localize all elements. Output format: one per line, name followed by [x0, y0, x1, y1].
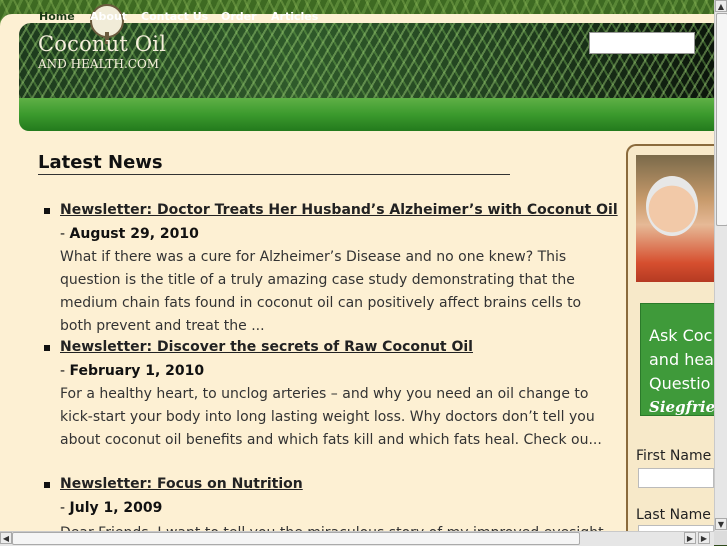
- news-date: - July 1, 2009: [60, 500, 162, 516]
- news-title-link[interactable]: Newsletter: Discover the secrets of Raw …: [60, 339, 473, 355]
- scroll-right-arrow-icon[interactable]: ▶: [684, 532, 696, 544]
- news-date-prefix: -: [60, 500, 70, 516]
- nav-item-home[interactable]: Home: [39, 10, 75, 23]
- news-date: - February 1, 2010: [60, 363, 204, 379]
- author-face-image: [646, 176, 698, 236]
- ask-line: Ask Coc: [649, 326, 713, 345]
- news-excerpt: For a healthy heart, to unclog arteries …: [60, 386, 602, 448]
- ask-signature: Siegfrie: [649, 398, 714, 416]
- first-name-label: First Name (: [636, 448, 714, 464]
- news-date-prefix: -: [60, 363, 70, 379]
- vertical-scroll-thumb[interactable]: [716, 13, 727, 226]
- last-name-label: Last Name (: [636, 507, 714, 523]
- logo-subtitle[interactable]: AND HEALTH.COM: [38, 57, 159, 71]
- scroll-down-arrow-icon[interactable]: ▼: [715, 518, 727, 530]
- section-title: Latest News: [38, 152, 163, 173]
- bullet-icon: [44, 208, 50, 214]
- section-divider: [38, 174, 510, 175]
- news-excerpt: Dear Friends, I want to tell you the mir…: [60, 522, 612, 531]
- news-date-value: July 1, 2009: [69, 500, 163, 516]
- scroll-left-arrow-icon[interactable]: ◀: [0, 532, 12, 544]
- news-excerpt: What if there was a cure for Alzheimer’s…: [60, 249, 582, 334]
- news-title-link[interactable]: Newsletter: Doctor Treats Her Husband’s …: [60, 202, 618, 218]
- search-input[interactable]: [589, 32, 695, 54]
- scrollbar-corner: [714, 531, 727, 545]
- nav-item-about[interactable]: About: [90, 10, 127, 23]
- horizontal-scroll-thumb[interactable]: [12, 532, 580, 545]
- nav-item-articles[interactable]: Articles: [271, 10, 318, 23]
- content-area: Coconut Oil AND HEALTH.COM Home About Co…: [0, 0, 714, 531]
- bullet-icon: [44, 482, 50, 488]
- main-nav: [19, 98, 714, 131]
- ask-line: and hea: [649, 350, 714, 369]
- scroll-up-arrow-icon[interactable]: ▲: [715, 0, 727, 12]
- news-date-value: February 1, 2010: [69, 363, 205, 379]
- logo-title[interactable]: Coconut Oil: [38, 32, 166, 56]
- nav-item-order[interactable]: Order: [221, 10, 257, 23]
- news-date-prefix: -: [60, 226, 70, 242]
- scroll-right-end-arrow-icon[interactable]: ▶: [698, 532, 710, 544]
- ask-line: Questio: [649, 374, 711, 393]
- news-date-value: August 29, 2010: [69, 226, 199, 242]
- nav-item-contact-us[interactable]: Contact Us: [141, 10, 208, 23]
- bullet-icon: [44, 345, 50, 351]
- first-name-field[interactable]: [638, 468, 714, 488]
- news-date: - August 29, 2010: [60, 226, 199, 242]
- news-title-link[interactable]: Newsletter: Focus on Nutrition: [60, 476, 303, 492]
